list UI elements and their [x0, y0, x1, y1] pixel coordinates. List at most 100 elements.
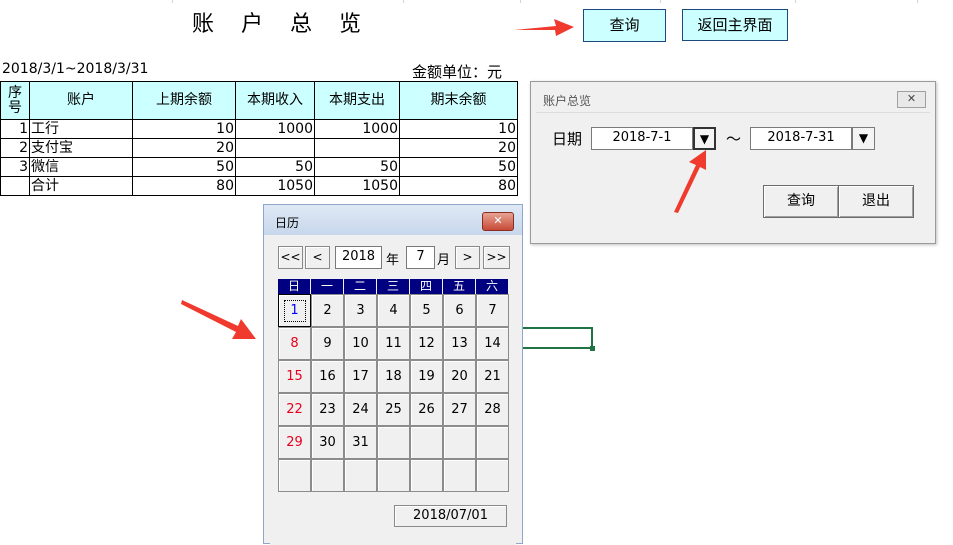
calendar-day-cell[interactable]	[476, 459, 509, 492]
close-icon[interactable]: ✕	[897, 91, 926, 108]
calendar-day-cell[interactable]: 29	[278, 426, 311, 459]
calendar-day-cell[interactable]: 10	[344, 327, 377, 360]
calendar-day-cell[interactable]	[443, 459, 476, 492]
cell-index[interactable]: 2	[0, 138, 30, 158]
query-button[interactable]: 查询	[583, 9, 666, 42]
calendar-day-cell[interactable]: 11	[377, 327, 410, 360]
cell-opening[interactable]: 20	[132, 138, 236, 158]
calendar-day-cell[interactable]: 31	[344, 426, 377, 459]
return-main-button[interactable]: 返回主界面	[682, 9, 788, 41]
cell-income[interactable]: 1050	[235, 176, 315, 196]
calendar-day-cell[interactable]: 28	[476, 393, 509, 426]
cell-index[interactable]	[0, 176, 30, 196]
calendar-day-cell[interactable]	[476, 426, 509, 459]
weekday-header: 一	[311, 279, 343, 294]
calendar-titlebar[interactable]: 日历 ✕	[264, 205, 522, 235]
cell-closing[interactable]: 80	[399, 176, 518, 196]
calendar-day-cell[interactable]: 3	[344, 294, 377, 327]
red-arrow-icon	[670, 148, 712, 214]
calendar-day-cell[interactable]	[344, 459, 377, 492]
month-label: 月	[437, 253, 451, 268]
calendar-day-cell[interactable]: 13	[443, 327, 476, 360]
calendar-body: << < 2018 年 7 月 > >> 2018/07/01 日一二三四五六1…	[270, 235, 516, 545]
table-row: 2 支付宝 20 20	[0, 138, 518, 158]
calendar-day-cell[interactable]: 23	[311, 393, 344, 426]
selected-date-display: 2018/07/01	[394, 505, 507, 527]
cell-account[interactable]: 支付宝	[29, 138, 133, 158]
calendar-day-cell[interactable]: 25	[377, 393, 410, 426]
cell-expense[interactable]: 1050	[314, 176, 400, 196]
calendar-day-cell[interactable]: 26	[410, 393, 443, 426]
col-header-closing: 期末余额	[399, 81, 518, 120]
col-header-index: 序号	[0, 81, 30, 120]
account-summary-table: 序号 账户 上期余额 本期收入 本期支出 期末余额 1 工行 10 1000 1…	[0, 81, 518, 196]
cell-expense[interactable]: 50	[314, 157, 400, 177]
calendar-day-cell[interactable]	[377, 426, 410, 459]
prev-year-button[interactable]: <<	[278, 246, 303, 269]
calendar-day-cell[interactable]: 14	[476, 327, 509, 360]
weekday-header: 三	[377, 279, 409, 294]
calendar-day-cell[interactable]: 17	[344, 360, 377, 393]
month-input[interactable]: 7	[406, 246, 435, 269]
end-date-dropdown-icon[interactable]: ▼	[852, 127, 875, 150]
calendar-day-cell[interactable]	[410, 426, 443, 459]
calendar-day-cell[interactable]: 8	[278, 327, 311, 360]
calendar-day-cell[interactable]: 5	[410, 294, 443, 327]
calendar-day-cell[interactable]	[377, 459, 410, 492]
calendar-day-cell[interactable]: 9	[311, 327, 344, 360]
calendar-day-cell[interactable]: 15	[278, 360, 311, 393]
calendar-day-cell[interactable]: 22	[278, 393, 311, 426]
calendar-day-cell[interactable]: 19	[410, 360, 443, 393]
cell-closing[interactable]: 10	[399, 119, 518, 139]
calendar-day-cell[interactable]: 24	[344, 393, 377, 426]
calendar-day-cell[interactable]: 12	[410, 327, 443, 360]
calendar-day-cell[interactable]	[410, 459, 443, 492]
calendar-day-cell[interactable]	[443, 426, 476, 459]
close-icon[interactable]: ✕	[482, 212, 514, 231]
selected-cell[interactable]	[523, 327, 593, 349]
calendar-day-cell[interactable]: 2	[311, 294, 344, 327]
cell-expense[interactable]: 1000	[314, 119, 400, 139]
start-date-dropdown-icon[interactable]: ▼	[693, 127, 716, 150]
year-input[interactable]: 2018	[335, 246, 382, 269]
calendar-day-cell[interactable]: 27	[443, 393, 476, 426]
cell-index[interactable]: 3	[0, 157, 30, 177]
next-year-button[interactable]: >>	[483, 246, 510, 269]
calendar-day-cell[interactable]: 21	[476, 360, 509, 393]
cell-index[interactable]: 1	[0, 119, 30, 139]
cell-income[interactable]	[235, 138, 315, 158]
cell-opening[interactable]: 80	[132, 176, 236, 196]
dialog-exit-button[interactable]: 退出	[838, 185, 914, 218]
cell-opening[interactable]: 10	[132, 119, 236, 139]
cell-account[interactable]: 微信	[29, 157, 133, 177]
calendar-day-cell[interactable]	[278, 459, 311, 492]
selected-day: 1	[283, 300, 306, 322]
calendar-day-cell[interactable]: 16	[311, 360, 344, 393]
end-date-input[interactable]: 2018-7-31	[750, 127, 852, 150]
next-month-button[interactable]: >	[455, 246, 480, 269]
calendar-day-cell[interactable]: 4	[377, 294, 410, 327]
table-row: 3 微信 50 50 50 50	[0, 157, 518, 177]
cell-expense[interactable]	[314, 138, 400, 158]
calendar-day-cell[interactable]: 18	[377, 360, 410, 393]
cell-income[interactable]: 50	[235, 157, 315, 177]
cell-account[interactable]: 合计	[29, 176, 133, 196]
cell-income[interactable]: 1000	[235, 119, 315, 139]
fill-handle[interactable]	[590, 346, 595, 351]
cell-closing[interactable]: 20	[399, 138, 518, 158]
cell-closing[interactable]: 50	[399, 157, 518, 177]
dialog-query-button[interactable]: 查询	[763, 185, 839, 218]
calendar-day-cell[interactable]: 20	[443, 360, 476, 393]
sheet-gridline-top	[0, 0, 953, 3]
cell-account[interactable]: 工行	[29, 119, 133, 139]
start-date-input[interactable]: 2018-7-1	[591, 127, 693, 150]
col-header-account: 账户	[29, 81, 133, 120]
calendar-day-cell[interactable]: 7	[476, 294, 509, 327]
prev-month-button[interactable]: <	[305, 246, 330, 269]
calendar-day-cell[interactable]: 30	[311, 426, 344, 459]
calendar-day-cell[interactable]	[311, 459, 344, 492]
calendar-day-cell[interactable]: 6	[443, 294, 476, 327]
cell-opening[interactable]: 50	[132, 157, 236, 177]
query-dialog-titlebar[interactable]: 账户总览 ✕	[531, 82, 935, 114]
calendar-day-cell[interactable]: 1	[278, 294, 311, 327]
